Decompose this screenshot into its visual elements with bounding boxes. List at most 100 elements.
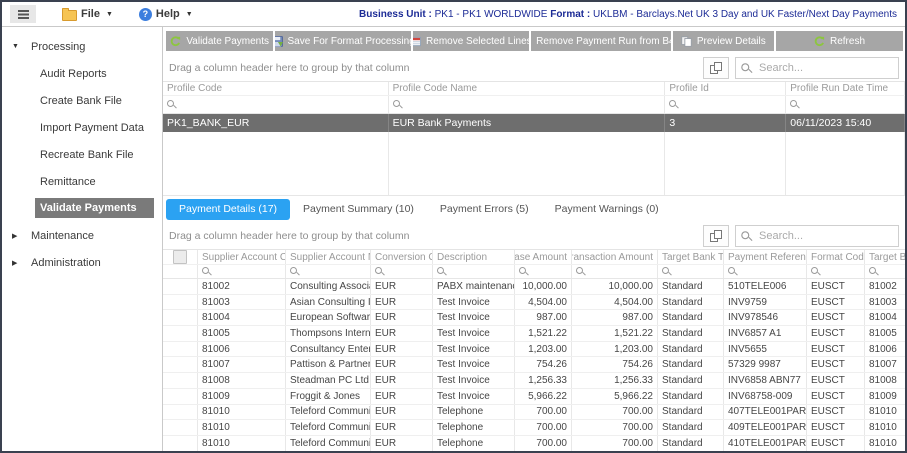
- table-cell: Teleford Communica...: [286, 404, 371, 420]
- filter-cell-profile-id[interactable]: [665, 96, 787, 113]
- filter-cell-base-amount[interactable]: [515, 265, 572, 278]
- refresh-button[interactable]: Refresh: [776, 31, 903, 51]
- remove-payment-run-from-b4b-button[interactable]: Remove Payment Run from B4B: [530, 31, 671, 51]
- business-unit-value: PK1 - PK1 WORLDWIDE: [434, 8, 548, 20]
- table-cell: Asian Consulting Int...: [286, 294, 371, 310]
- column-header-supplier-account-name[interactable]: Supplier Account Name: [286, 250, 371, 264]
- column-header-transaction-amount[interactable]: Transaction Amount: [572, 250, 658, 264]
- table-cell: 754.26: [572, 357, 658, 373]
- help-menu[interactable]: ? Help ▼: [138, 7, 193, 21]
- search-icon: [790, 99, 800, 110]
- table-cell: Standard: [658, 310, 724, 326]
- table-cell: 81010: [865, 405, 905, 420]
- format-label: Format :: [550, 8, 591, 20]
- filter-cell-supplier-account-name[interactable]: [286, 265, 371, 278]
- column-header-description[interactable]: Description: [433, 250, 515, 264]
- sidebar-item-administration[interactable]: ▶ Administration: [2, 249, 162, 276]
- table-cell: Telephone: [433, 420, 515, 435]
- filter-cell-target-bank[interactable]: [865, 265, 905, 278]
- column-header-profile-run-date-time[interactable]: Profile Run Date Time: [786, 82, 905, 95]
- sidebar-item-label: Recreate Bank File: [40, 148, 134, 161]
- table-cell: [163, 326, 198, 341]
- format-value: UKLBM - Barclays.Net UK 3 Day and UK Fas…: [593, 8, 897, 20]
- toolbar-button-label: Refresh: [830, 35, 866, 47]
- column-chooser-button[interactable]: [703, 57, 729, 79]
- validate-payments-button[interactable]: Validate Payments: [166, 31, 274, 51]
- payment-row[interactable]: 81003Asian Consulting Int...EURTest Invo…: [163, 294, 905, 311]
- column-header-profile-id[interactable]: Profile Id: [665, 82, 787, 95]
- hamburger-menu-button[interactable]: [10, 5, 36, 23]
- column-header-target-bank[interactable]: Target Bank: [865, 250, 905, 264]
- filter-cell-profile-code-name[interactable]: [389, 96, 666, 113]
- filter-cell-select[interactable]: [163, 265, 198, 278]
- table-cell: 81004: [198, 310, 286, 326]
- column-header-format-code[interactable]: Format Code: [807, 250, 865, 264]
- profiles-header-row: Profile Code Profile Code Name Profile Id P…: [163, 82, 905, 96]
- payment-row[interactable]: 81007 Pattison & Partners EUR Test Invoice 7…: [163, 357, 905, 374]
- table-cell: 81010: [198, 435, 286, 451]
- column-header-profile-code-name[interactable]: Profile Code Name: [389, 82, 666, 95]
- table-cell: EUR: [371, 435, 433, 451]
- sidebar-item-processing[interactable]: ▼ Processing: [2, 33, 162, 60]
- profiles-searchbox: [735, 57, 899, 79]
- filter-cell-supplier-account-code[interactable]: [198, 265, 286, 278]
- profiles-filter-row: [163, 96, 905, 114]
- column-header-conversion-code[interactable]: Conversion Code: [371, 250, 433, 264]
- column-header-base-amount[interactable]: Base Amount: [515, 250, 572, 264]
- profiles-search-input[interactable]: [757, 61, 892, 75]
- tab-payment-errors-5[interactable]: Payment Errors (5): [427, 199, 542, 220]
- table-cell: 700.00: [572, 404, 658, 420]
- payment-row[interactable]: 81004European Software ...EURTest Invoic…: [163, 310, 905, 327]
- sidebar-item-import-payment-data[interactable]: Import Payment Data: [2, 114, 162, 141]
- table-cell: Test Invoice: [433, 357, 515, 373]
- table-cell: EUSCT: [807, 373, 865, 388]
- payment-row[interactable]: 81005Thompsons Internati...EURTest Invoi…: [163, 326, 905, 342]
- payment-row[interactable]: 81002Consulting Associate...EURPABX main…: [163, 279, 905, 295]
- filter-cell-target-bank-type[interactable]: [658, 265, 724, 278]
- validate-icon: [170, 35, 181, 47]
- select-all-checkbox-cell[interactable]: [163, 250, 198, 264]
- table-cell: EUR: [371, 310, 433, 326]
- column-header-label: Description: [437, 251, 488, 263]
- table-cell: 4,504.00: [515, 294, 572, 310]
- sidebar-item-create-bank-file[interactable]: Create Bank File: [2, 87, 162, 114]
- tab-payment-details-17[interactable]: Payment Details (17): [166, 199, 291, 220]
- filter-cell-profile-code[interactable]: [163, 96, 389, 113]
- preview-details-button[interactable]: Preview Details: [672, 31, 775, 51]
- table-cell: 81010: [865, 436, 905, 451]
- column-header-supplier-account-code[interactable]: Supplier Account Code: [198, 250, 286, 264]
- tab-payment-summary-10[interactable]: Payment Summary (10): [290, 199, 427, 220]
- payments-search-input[interactable]: [757, 229, 892, 243]
- sidebar-item-recreate-bank-file[interactable]: Recreate Bank File: [2, 141, 162, 168]
- remove-selected-lines-button[interactable]: Remove Selected Lines: [412, 31, 529, 51]
- filter-cell-payment-reference[interactable]: [724, 265, 807, 278]
- sidebar-item-validate-payments[interactable]: Validate Payments: [35, 198, 154, 218]
- sidebar-item-maintenance[interactable]: ▶ Maintenance: [2, 222, 162, 249]
- column-chooser-button[interactable]: [703, 225, 729, 247]
- filter-cell-format-code[interactable]: [807, 265, 865, 278]
- payment-row[interactable]: 81010Teleford Communica...EURTelephone70…: [163, 435, 905, 451]
- payment-row[interactable]: 81010Teleford Communica...EURTelephone70…: [163, 420, 905, 436]
- table-cell: Telephone: [433, 435, 515, 451]
- select-all-checkbox[interactable]: [173, 250, 187, 264]
- column-header-payment-reference[interactable]: Payment Reference: [724, 250, 807, 264]
- save-for-format-processing-button[interactable]: Save For Format Processing: [275, 31, 411, 51]
- filter-cell-conversion-code[interactable]: [371, 265, 433, 278]
- filter-cell-description[interactable]: [433, 265, 515, 278]
- filter-cell-profile-run-date-time[interactable]: [786, 96, 905, 113]
- table-cell: Test Invoice: [433, 294, 515, 310]
- tab-payment-warnings-0[interactable]: Payment Warnings (0): [542, 199, 672, 220]
- file-menu[interactable]: File ▼: [62, 7, 113, 21]
- table-cell: 1,521.22: [572, 326, 658, 341]
- payment-row[interactable]: 81010Teleford Communica...EURTelephone70…: [163, 404, 905, 421]
- payment-row[interactable]: 81009 Froggit & Jones EUR Test Invoice 5,966…: [163, 388, 905, 405]
- sidebar-item-remittance[interactable]: Remittance: [2, 168, 162, 195]
- filter-cell-transaction-amount[interactable]: [572, 265, 658, 278]
- payment-row[interactable]: 81008 Steadman PC Ltd EUR Test Invoice 1,256…: [163, 373, 905, 389]
- profile-row[interactable]: PK1_BANK_EUR EUR Bank Payments 3 06/11/2023…: [163, 114, 905, 132]
- table-cell: Pattison & Partners: [286, 357, 371, 373]
- column-header-target-bank-type[interactable]: Target Bank Type↓: [658, 250, 724, 264]
- column-header-profile-code[interactable]: Profile Code: [163, 82, 389, 95]
- sidebar-item-audit-reports[interactable]: Audit Reports: [2, 60, 162, 87]
- payment-row[interactable]: 81006Consultancy Enterpri...EURTest Invo…: [163, 341, 905, 358]
